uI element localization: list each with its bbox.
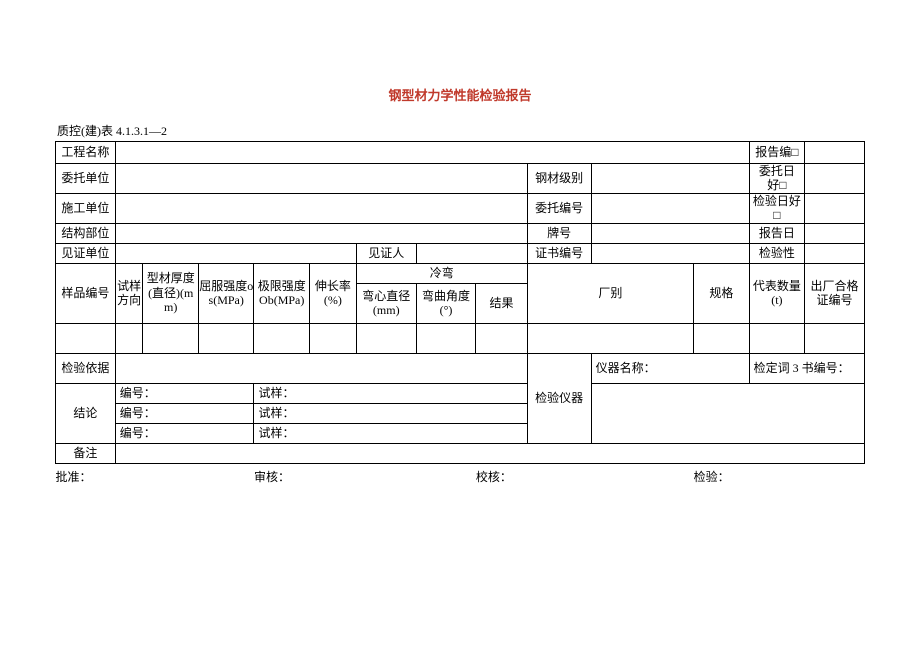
- cell-ultimate: [254, 323, 309, 353]
- witness-person-value: [416, 243, 527, 263]
- conclusion-no-2: 编号：: [115, 403, 254, 423]
- inspect-date-value: [805, 193, 865, 223]
- witness-unit-value: [115, 243, 356, 263]
- entrust-date-value: [805, 164, 865, 194]
- cell-yield: [198, 323, 253, 353]
- client-label: 委托单位: [56, 164, 116, 194]
- entrust-no-value: [591, 193, 749, 223]
- conclusion-label: 结论: [56, 383, 116, 443]
- footer-approve: 批准：: [56, 463, 254, 484]
- report-table: 工程名称 报告编□ 委托单位 钢材级别 委托日 好□ 施工单位 委托编号 检验日…: [55, 141, 865, 484]
- col-elongation: 伸长率(%): [309, 263, 356, 323]
- steel-grade-value: [591, 164, 749, 194]
- col-yield: 屈服强度os(MPa): [198, 263, 253, 323]
- col-factory: 厂别: [527, 263, 693, 323]
- steel-grade-label: 钢材级别: [527, 164, 591, 194]
- report-no-label: 报告编□: [749, 142, 804, 164]
- entrust-date-label: 委托日 好□: [749, 164, 804, 194]
- remark-label: 备注: [56, 443, 116, 463]
- conclusion-sample-1: 试样：: [254, 383, 527, 403]
- cert-no-label: 证书编号: [527, 243, 591, 263]
- instrument-side-label: 检验仪器: [527, 353, 591, 443]
- report-date-label: 报告日: [749, 223, 804, 243]
- remark-value: [115, 443, 864, 463]
- client-value: [115, 164, 527, 194]
- entrust-no-label: 委托编号: [527, 193, 591, 223]
- cell-sample-no: [56, 323, 116, 353]
- cell-rep-qty: [749, 323, 804, 353]
- cert-no-value: [591, 243, 749, 263]
- structure-value: [115, 223, 527, 243]
- instrument-body: [591, 383, 864, 443]
- report-title: 钢型材力学性能检验报告: [55, 85, 865, 104]
- form-code: 质控(建)表 4.1.3.1—2: [55, 122, 865, 139]
- inspect-date-label: 检验日好 □: [749, 193, 804, 223]
- col-result: 结果: [476, 283, 527, 323]
- cell-thickness: [143, 323, 198, 353]
- project-name-value: [115, 142, 749, 164]
- col-bend-angle: 弯曲角度(°): [416, 283, 476, 323]
- cell-bend-angle: [416, 323, 476, 353]
- structure-label: 结构部位: [56, 223, 116, 243]
- inspect-type-value: [805, 243, 865, 263]
- inspect-type-label: 检验性: [749, 243, 804, 263]
- cell-bend-dia: [356, 323, 416, 353]
- conclusion-no-3: 编号：: [115, 423, 254, 443]
- cell-factory: [527, 323, 693, 353]
- cell-sample-dir: [115, 323, 143, 353]
- col-cold-bend: 冷弯: [356, 263, 527, 283]
- brand-label: 牌号: [527, 223, 591, 243]
- footer-check: 校核：: [476, 463, 694, 484]
- project-name-label: 工程名称: [56, 142, 116, 164]
- instrument-name-label: 仪器名称：: [591, 353, 749, 383]
- brand-value: [591, 223, 749, 243]
- basis-label: 检验依据: [56, 353, 116, 383]
- instrument-cert-label: 检定词 3 书编号：: [749, 353, 864, 383]
- col-thickness: 型材厚度(直径)(mm): [143, 263, 198, 323]
- report-no-value: [805, 142, 865, 164]
- conclusion-sample-3: 试样：: [254, 423, 527, 443]
- col-bend-dia: 弯心直径(mm): [356, 283, 416, 323]
- report-date-value: [805, 223, 865, 243]
- footer-review: 审核：: [254, 463, 476, 484]
- col-rep-qty: 代表数量(t): [749, 263, 804, 323]
- cell-factory-cert: [805, 323, 865, 353]
- cell-elongation: [309, 323, 356, 353]
- cell-spec: [694, 323, 750, 353]
- basis-value: [115, 353, 527, 383]
- col-ultimate: 极限强度Ob(MPa): [254, 263, 309, 323]
- footer-inspect: 检验：: [694, 463, 865, 484]
- builder-value: [115, 193, 527, 223]
- witness-unit-label: 见证单位: [56, 243, 116, 263]
- col-factory-cert: 出厂合格证编号: [805, 263, 865, 323]
- col-sample-no: 样品编号: [56, 263, 116, 323]
- cell-result: [476, 323, 527, 353]
- witness-person-label: 见证人: [356, 243, 416, 263]
- builder-label: 施工单位: [56, 193, 116, 223]
- col-spec: 规格: [694, 263, 750, 323]
- col-sample-dir: 试样方向: [115, 263, 143, 323]
- conclusion-sample-2: 试样：: [254, 403, 527, 423]
- conclusion-no-1: 编号：: [115, 383, 254, 403]
